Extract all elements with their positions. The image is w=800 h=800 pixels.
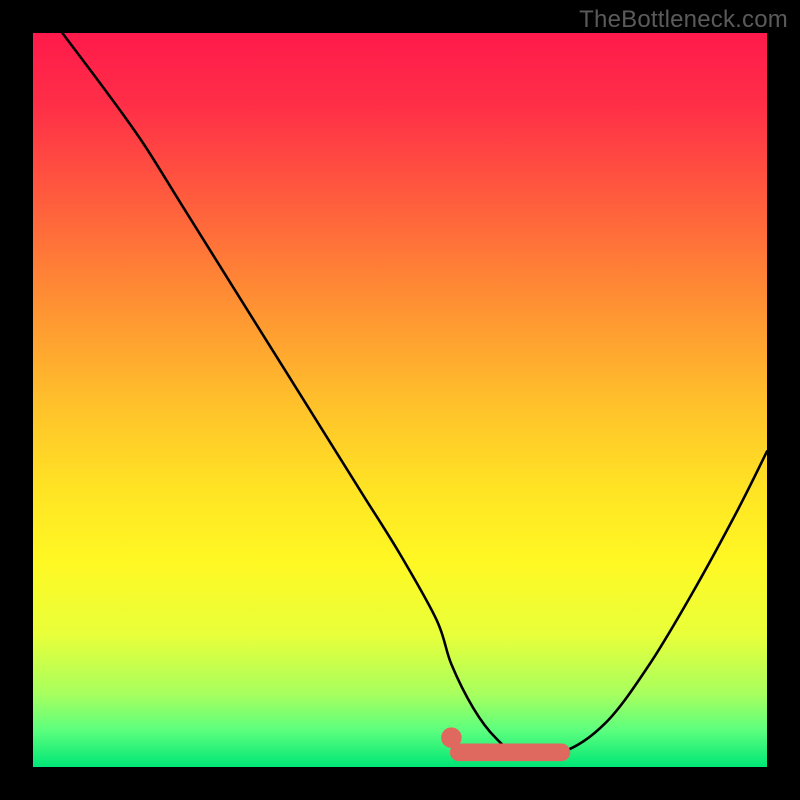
watermark-text: TheBottleneck.com xyxy=(579,6,788,34)
plot-area xyxy=(33,33,767,767)
bottleneck-curve xyxy=(62,33,767,755)
markers xyxy=(441,727,561,752)
chart-frame: TheBottleneck.com xyxy=(0,0,800,800)
curve-layer xyxy=(33,33,767,767)
